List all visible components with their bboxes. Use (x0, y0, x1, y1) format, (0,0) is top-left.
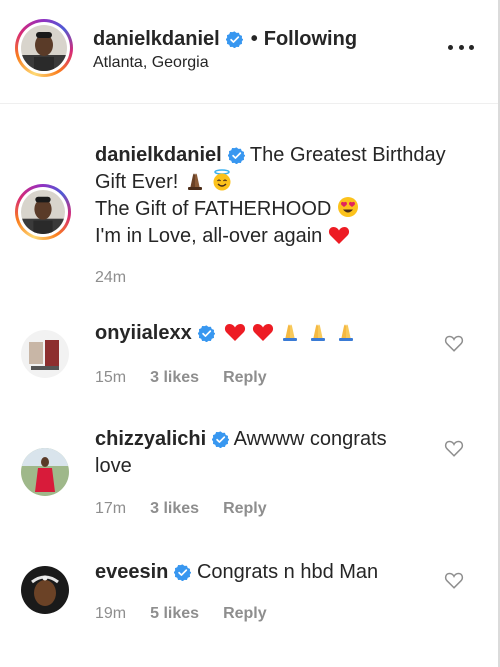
like-heart-icon[interactable] (444, 334, 464, 352)
reply-button[interactable]: Reply (223, 369, 267, 387)
author-avatar[interactable] (15, 19, 73, 77)
author-username[interactable]: danielkdaniel (93, 28, 220, 51)
reply-button[interactable]: Reply (223, 500, 267, 518)
comment-body: chizzyalichi Awwww congrats love (95, 426, 415, 480)
folded-hands-icon (310, 324, 325, 341)
comment-timestamp[interactable]: 17m (95, 500, 126, 518)
comment-body: eveesin Congrats n hbd Man (95, 559, 415, 586)
red-heart-icon (328, 227, 349, 244)
comment-text: Congrats n hbd Man (196, 561, 379, 583)
verified-badge-icon (212, 431, 230, 449)
comment-meta: 17m 3 likes Reply (95, 500, 267, 518)
comment-meta: 19m 5 likes Reply (95, 605, 267, 623)
comment-meta: 15m 3 likes Reply (95, 369, 267, 387)
comment-username[interactable]: onyiialexx (95, 322, 192, 344)
comment-timestamp[interactable]: 19m (95, 605, 126, 623)
folded-hands-icon (338, 324, 353, 341)
red-heart-icon (225, 324, 246, 341)
more-horizontal-icon[interactable] (448, 45, 474, 51)
comment-username[interactable]: eveesin (95, 561, 168, 583)
caption-avatar[interactable] (15, 184, 71, 240)
caption-timestamp[interactable]: 24m (95, 269, 126, 287)
caption-line-4: I'm in Love, all-over again (95, 225, 323, 247)
comment-likes[interactable]: 5 likes (150, 605, 199, 623)
caption-text: danielkdaniel The Greatest Birthday Gift… (95, 142, 475, 250)
commenter-avatar[interactable] (21, 330, 69, 378)
caption-username[interactable]: danielkdaniel (95, 144, 222, 166)
comment-username[interactable]: chizzyalichi (95, 428, 206, 450)
like-heart-icon[interactable] (444, 571, 464, 589)
separator-dot: • (250, 28, 258, 50)
commenter-avatar[interactable] (21, 566, 69, 614)
following-button[interactable]: Following (264, 28, 357, 51)
heart-eyes-face-icon (337, 197, 358, 217)
comment-likes[interactable]: 3 likes (150, 500, 199, 518)
verified-badge-icon (227, 147, 245, 165)
verified-badge-icon (174, 564, 192, 582)
caption-line-3: The Gift of FATHERHOOD (95, 198, 332, 220)
red-heart-icon (252, 324, 273, 341)
comment-text-line-2: love (95, 455, 132, 477)
comment-likes[interactable]: 3 likes (150, 369, 199, 387)
comment-body: onyiialexx (95, 320, 415, 347)
reply-button[interactable]: Reply (223, 605, 267, 623)
post-location[interactable]: Atlanta, Georgia (93, 54, 209, 72)
commenter-avatar[interactable] (21, 448, 69, 496)
verified-badge-icon (197, 325, 215, 343)
caption-line-2: Gift Ever! (95, 171, 179, 193)
like-heart-icon[interactable] (444, 439, 464, 457)
caption-line-1: The Greatest Birthday (249, 144, 446, 166)
comment-text: Awwww congrats (233, 428, 387, 450)
folded-hands-icon (187, 173, 202, 190)
comment-timestamp[interactable]: 15m (95, 369, 126, 387)
verified-badge-icon (225, 31, 243, 48)
smiling-face-with-halo-icon (213, 169, 231, 191)
folded-hands-icon (283, 324, 298, 341)
post-header: danielkdaniel • Following Atlanta, Georg… (0, 0, 498, 104)
